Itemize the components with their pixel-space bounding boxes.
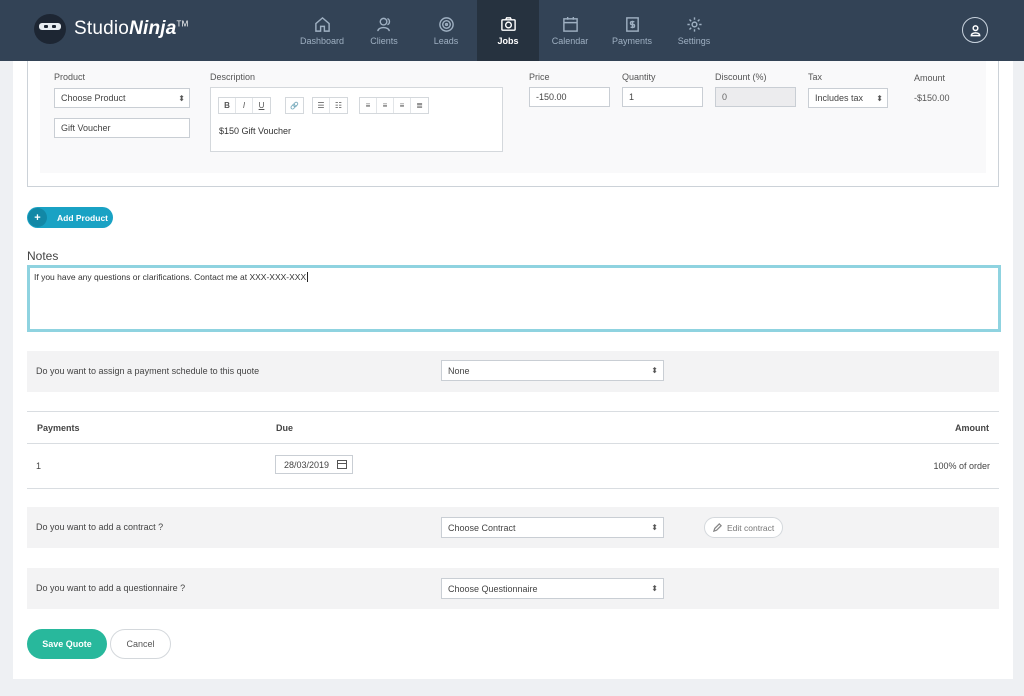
due-header: Due xyxy=(276,423,294,433)
calendar-icon[interactable] xyxy=(337,460,347,469)
description-editor[interactable]: B I U 🔗 ☰ ☷ ≡ ≡ ≡ ≣ $150 Gift Voucher xyxy=(210,87,503,152)
notes-heading: Notes xyxy=(27,249,59,263)
nav-label: Jobs xyxy=(497,35,519,46)
bullet-list-icon[interactable]: ☰ xyxy=(313,98,330,113)
contract-question: Do you want to add a contract ? xyxy=(36,522,164,532)
justify-icon[interactable]: ≣ xyxy=(411,98,428,113)
questionnaire-row: Do you want to add a questionnaire ? Cho… xyxy=(27,568,999,609)
format-toolbar-text: B I U xyxy=(218,97,271,114)
quantity-input[interactable]: 1 xyxy=(622,87,703,107)
main-nav: Dashboard Clients Leads Jobs Calendar Pa… xyxy=(291,0,725,61)
camera-icon xyxy=(500,16,516,31)
tax-select[interactable]: Includes tax xyxy=(808,88,888,108)
product-section: Product Choose Product Gift Voucher Desc… xyxy=(27,61,999,187)
description-text: $150 Gift Voucher xyxy=(219,126,292,136)
bold-button[interactable]: B xyxy=(219,98,236,113)
format-toolbar-lists: ☰ ☷ xyxy=(312,97,348,114)
nav-calendar[interactable]: Calendar xyxy=(539,0,601,61)
gear-icon xyxy=(686,16,702,32)
format-toolbar-link: 🔗 xyxy=(285,97,304,114)
payments-table: Payments Due Amount 1 28/03/2019 100% of… xyxy=(27,411,999,489)
edit-contract-label: Edit contract xyxy=(727,522,775,533)
studio-ninja-logo[interactable]: StudioNinjaTM xyxy=(34,14,188,44)
nav-label: Payments xyxy=(611,35,653,46)
user-account-button[interactable] xyxy=(962,17,988,43)
due-date-value: 28/03/2019 xyxy=(284,459,330,470)
amount-value: -$150.00 xyxy=(914,93,950,103)
contract-row: Do you want to add a contract ? Choose C… xyxy=(27,507,999,548)
notes-text: If you have any questions or clarificati… xyxy=(34,272,307,282)
nav-payments[interactable]: Payments xyxy=(601,0,663,61)
price-input[interactable]: -150.00 xyxy=(529,87,610,107)
amount-label: Amount xyxy=(914,73,946,83)
align-left-icon[interactable]: ≡ xyxy=(360,98,377,113)
due-date-input[interactable]: 28/03/2019 xyxy=(275,455,353,474)
save-quote-button[interactable]: Save Quote xyxy=(27,629,107,659)
payments-icon xyxy=(625,16,639,32)
questionnaire-select[interactable]: Choose Questionnaire xyxy=(441,578,664,599)
italic-button[interactable]: I xyxy=(236,98,253,113)
discount-input[interactable]: 0 xyxy=(715,87,796,107)
product-label: Product xyxy=(54,72,86,82)
nav-clients[interactable]: Clients xyxy=(353,0,415,61)
calendar-icon xyxy=(562,16,578,32)
plus-icon: + xyxy=(28,208,47,227)
cancel-button[interactable]: Cancel xyxy=(110,629,171,659)
amount-header: Amount xyxy=(955,423,989,433)
add-product-button[interactable]: + Add Product xyxy=(27,207,113,228)
product-name-input[interactable]: Gift Voucher xyxy=(54,118,190,138)
pencil-icon xyxy=(713,523,722,532)
target-icon xyxy=(438,16,454,32)
logo-text: StudioNinjaTM xyxy=(74,18,189,39)
quote-form: Product Choose Product Gift Voucher Desc… xyxy=(13,61,1013,679)
price-label: Price xyxy=(529,72,550,82)
tax-label: Tax xyxy=(808,72,823,82)
align-right-icon[interactable]: ≡ xyxy=(394,98,411,113)
payments-table-header: Payments Due Amount xyxy=(27,412,999,444)
top-navbar: StudioNinjaTM Dashboard Clients Leads Jo… xyxy=(0,0,1024,61)
discount-label: Discount (%) xyxy=(715,72,767,82)
nav-label: Dashboard xyxy=(299,35,345,46)
table-row: 1 28/03/2019 100% of order xyxy=(27,444,999,489)
contract-select[interactable]: Choose Contract xyxy=(441,517,664,538)
underline-button[interactable]: U xyxy=(253,98,270,113)
nav-label: Leads xyxy=(433,35,459,46)
payment-schedule-select[interactable]: None xyxy=(441,360,664,381)
users-icon xyxy=(376,17,390,31)
format-toolbar-align: ≡ ≡ ≡ ≣ xyxy=(359,97,429,114)
nav-label: Calendar xyxy=(551,35,589,46)
description-label: Description xyxy=(210,72,256,82)
user-icon xyxy=(970,24,980,36)
edit-contract-button[interactable]: Edit contract xyxy=(704,517,783,538)
payment-amount: 100% of order xyxy=(933,461,990,471)
nav-jobs[interactable]: Jobs xyxy=(477,0,539,61)
product-select[interactable]: Choose Product xyxy=(54,88,190,108)
nav-label: Settings xyxy=(677,35,711,46)
numbered-list-icon[interactable]: ☷ xyxy=(330,98,347,113)
nav-leads[interactable]: Leads xyxy=(415,0,477,61)
payment-number: 1 xyxy=(36,461,42,471)
questionnaire-question: Do you want to add a questionnaire ? xyxy=(36,583,186,593)
payments-header: Payments xyxy=(37,423,80,433)
add-product-label: Add Product xyxy=(57,212,108,223)
nav-dashboard[interactable]: Dashboard xyxy=(291,0,353,61)
payment-schedule-row: Do you want to assign a payment schedule… xyxy=(27,351,999,392)
nav-label: Clients xyxy=(370,35,398,46)
nav-settings[interactable]: Settings xyxy=(663,0,725,61)
home-icon xyxy=(314,16,330,32)
payment-schedule-question: Do you want to assign a payment schedule… xyxy=(36,366,260,376)
link-icon[interactable]: 🔗 xyxy=(286,98,303,113)
ninja-logo-icon xyxy=(34,14,66,44)
quantity-label: Quantity xyxy=(622,72,656,82)
align-center-icon[interactable]: ≡ xyxy=(377,98,394,113)
product-line-item: Product Choose Product Gift Voucher Desc… xyxy=(40,61,986,173)
text-caret xyxy=(307,272,309,282)
notes-textarea[interactable]: If you have any questions or clarificati… xyxy=(27,265,1001,332)
